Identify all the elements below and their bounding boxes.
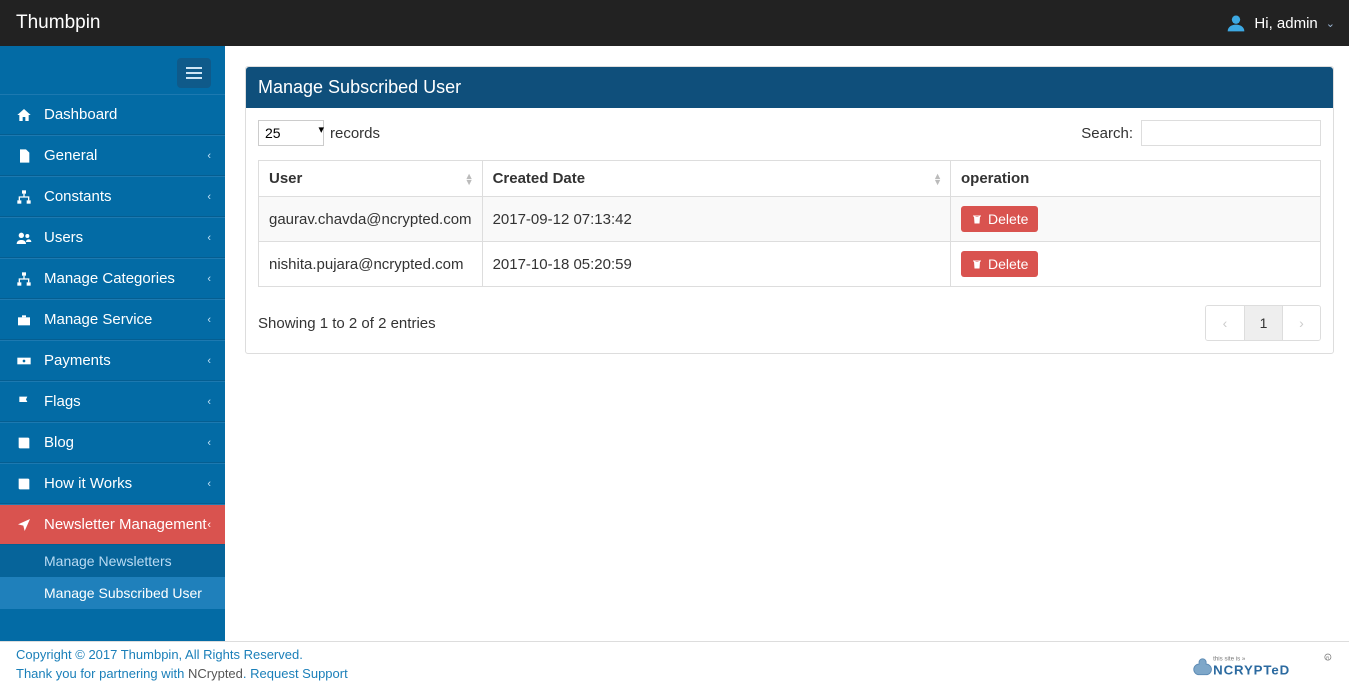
- records-label: records: [330, 125, 380, 142]
- chevron-left-icon: ‹: [207, 150, 211, 162]
- ncrypted-link[interactable]: NCrypted: [188, 666, 243, 681]
- chevron-left-icon: ‹: [207, 232, 211, 244]
- sidebar-item-general[interactable]: General ‹: [0, 135, 225, 176]
- sidebar-toggle[interactable]: [177, 58, 211, 88]
- records-select[interactable]: 25: [258, 120, 324, 146]
- footer-text: Copyright © 2017 Thumbpin, All Rights Re…: [16, 646, 348, 682]
- subscribers-table: User ▲▼ Created Date ▲▼ operation: [258, 160, 1321, 287]
- chevron-left-icon: ‹: [207, 273, 211, 285]
- location-arrow-icon: [16, 517, 32, 533]
- sidebar-subitem-newsletters[interactable]: Manage Newsletters: [0, 545, 225, 577]
- trash-icon: [971, 213, 983, 225]
- sidebar-item-constants[interactable]: Constants ‹: [0, 176, 225, 217]
- chevron-left-icon: ‹: [207, 519, 211, 531]
- briefcase-icon: [16, 312, 32, 328]
- delete-button[interactable]: Delete: [961, 251, 1038, 277]
- chevron-left-icon: ‹: [207, 355, 211, 367]
- file-icon: [16, 148, 32, 164]
- table-row: gaurav.chavda@ncrypted.com 2017-09-12 07…: [259, 197, 1321, 242]
- table-row: nishita.pujara@ncrypted.com 2017-10-18 0…: [259, 242, 1321, 287]
- sidebar-item-dashboard[interactable]: Dashboard: [0, 94, 225, 135]
- copyright: Copyright © 2017 Thumbpin, All Rights Re…: [16, 646, 348, 664]
- topbar: Thumbpin Hi, admin ⌄: [0, 0, 1349, 46]
- sidebar-item-newsletter[interactable]: Newsletter Management ‹: [0, 504, 225, 545]
- sidebar-item-label: How it Works: [44, 475, 132, 492]
- chevron-left-icon: ‹: [1223, 315, 1228, 331]
- user-menu[interactable]: Hi, admin ⌄: [1226, 13, 1335, 33]
- money-icon: [16, 353, 32, 369]
- records-per-page: 25 records: [258, 120, 380, 146]
- footer-logo: this site is » NCRYPTeD R: [1192, 650, 1333, 680]
- sidebar-item-label: Dashboard: [44, 106, 117, 123]
- search-input[interactable]: [1141, 120, 1321, 146]
- flag-icon: [16, 394, 32, 410]
- pagination-page-1[interactable]: 1: [1244, 306, 1282, 340]
- sidebar-item-users[interactable]: Users ‹: [0, 217, 225, 258]
- sidebar-item-label: Users: [44, 229, 83, 246]
- chevron-down-icon: ⌄: [1326, 17, 1335, 30]
- sidebar-item-label: Manage Service: [44, 311, 152, 328]
- sidebar-item-label: Constants: [44, 188, 112, 205]
- column-header-operation: operation: [951, 161, 1321, 197]
- pagination-prev[interactable]: ‹: [1206, 306, 1244, 340]
- pagination-next[interactable]: ›: [1282, 306, 1320, 340]
- home-icon: [16, 107, 32, 123]
- sidebar-item-flags[interactable]: Flags ‹: [0, 381, 225, 422]
- sidebar-item-howitworks[interactable]: How it Works ‹: [0, 463, 225, 504]
- trash-icon: [971, 258, 983, 270]
- footer: Copyright © 2017 Thumbpin, All Rights Re…: [0, 641, 1349, 687]
- request-support-link[interactable]: Request Support: [250, 666, 348, 681]
- sidebar-item-label: Newsletter Management: [44, 516, 207, 533]
- panel-title: Manage Subscribed User: [246, 67, 1333, 108]
- main-content: Manage Subscribed User 25 records Search…: [225, 46, 1349, 641]
- cell-created: 2017-09-12 07:13:42: [482, 197, 950, 242]
- chevron-right-icon: ›: [1299, 315, 1304, 331]
- sidebar: Dashboard General ‹ Constants ‹ Users ‹ …: [0, 46, 225, 641]
- book-icon: [16, 476, 32, 492]
- user-icon: [1226, 13, 1246, 33]
- sidebar-item-label: Blog: [44, 434, 74, 451]
- brand-title: Thumbpin: [16, 12, 101, 34]
- cell-created: 2017-10-18 05:20:59: [482, 242, 950, 287]
- cell-operation: Delete: [951, 197, 1321, 242]
- hamburger-icon: [186, 72, 202, 74]
- user-greeting: Hi, admin: [1254, 15, 1317, 32]
- book-icon: [16, 435, 32, 451]
- sidebar-submenu: Manage Newsletters Manage Subscribed Use…: [0, 545, 225, 609]
- sidebar-subitem-label: Manage Newsletters: [44, 553, 172, 569]
- pagination: ‹ 1 ›: [1205, 305, 1321, 341]
- chevron-left-icon: ‹: [207, 396, 211, 408]
- sidebar-item-blog[interactable]: Blog ‹: [0, 422, 225, 463]
- cell-operation: Delete: [951, 242, 1321, 287]
- sitemap-icon: [16, 271, 32, 287]
- sidebar-item-categories[interactable]: Manage Categories ‹: [0, 258, 225, 299]
- sidebar-item-label: Payments: [44, 352, 111, 369]
- sort-icon: ▲▼: [933, 173, 942, 185]
- panel: Manage Subscribed User 25 records Search…: [245, 66, 1334, 354]
- sidebar-subitem-label: Manage Subscribed User: [44, 585, 202, 601]
- sidebar-item-label: Manage Categories: [44, 270, 175, 287]
- svg-text:NCRYPTeD: NCRYPTeD: [1213, 662, 1290, 677]
- sidebar-item-payments[interactable]: Payments ‹: [0, 340, 225, 381]
- chevron-left-icon: ‹: [207, 478, 211, 490]
- sort-icon: ▲▼: [465, 173, 474, 185]
- sidebar-item-label: Flags: [44, 393, 81, 410]
- cell-user: gaurav.chavda@ncrypted.com: [259, 197, 483, 242]
- cell-user: nishita.pujara@ncrypted.com: [259, 242, 483, 287]
- search-label: Search:: [1081, 125, 1133, 142]
- users-icon: [16, 230, 32, 246]
- sidebar-item-label: General: [44, 147, 97, 164]
- sidebar-subitem-subscribed-user[interactable]: Manage Subscribed User: [0, 577, 225, 609]
- svg-text:this site is »: this site is »: [1213, 655, 1246, 662]
- sidebar-item-service[interactable]: Manage Service ‹: [0, 299, 225, 340]
- chevron-left-icon: ‹: [207, 314, 211, 326]
- sitemap-icon: [16, 189, 32, 205]
- column-header-user[interactable]: User ▲▼: [259, 161, 483, 197]
- delete-button[interactable]: Delete: [961, 206, 1038, 232]
- column-header-created[interactable]: Created Date ▲▼: [482, 161, 950, 197]
- showing-text: Showing 1 to 2 of 2 entries: [258, 315, 436, 332]
- svg-text:R: R: [1326, 655, 1329, 660]
- chevron-left-icon: ‹: [207, 437, 211, 449]
- chevron-left-icon: ‹: [207, 191, 211, 203]
